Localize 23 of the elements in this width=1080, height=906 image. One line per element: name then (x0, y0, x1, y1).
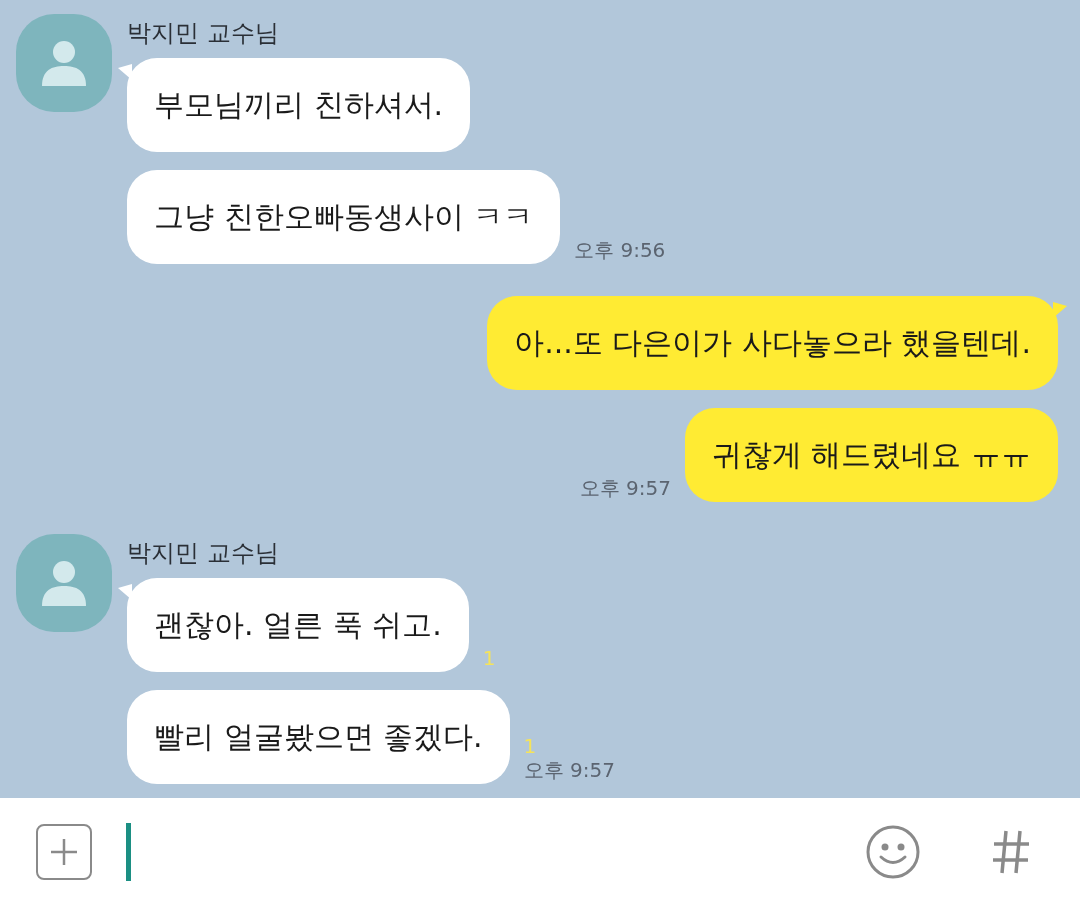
message-time: 오후 9:57 (523, 758, 615, 782)
text-cursor (126, 823, 131, 881)
message-bubble: 귀찮게 해드렸네요 ㅠㅠ (684, 408, 1058, 502)
emoji-button[interactable] (864, 823, 922, 881)
add-button[interactable] (36, 824, 92, 880)
plus-icon (49, 837, 79, 867)
hash-icon (991, 829, 1031, 875)
bubble-tail-icon (118, 64, 132, 80)
avatar[interactable] (16, 14, 112, 112)
sender-name: 박지민 교수님 (127, 538, 280, 569)
unread-count: 1 (482, 646, 496, 670)
message-bubble: 빨리 얼굴봤으면 좋겠다. (127, 690, 510, 784)
message-time: 오후 9:57 (579, 476, 671, 500)
message-time: 오후 9:56 (574, 238, 666, 262)
avatar[interactable] (16, 534, 112, 632)
sender-name: 박지민 교수님 (127, 18, 280, 49)
message-bubble: 그냥 친한오빠동생사이 ㅋㅋ (127, 170, 561, 264)
bubble-tail-icon (1053, 302, 1067, 318)
bubble-tail-icon (118, 584, 132, 600)
person-icon (42, 560, 86, 606)
smiley-icon (865, 824, 921, 880)
unread-count: 1 (523, 734, 537, 758)
person-icon (42, 40, 86, 86)
